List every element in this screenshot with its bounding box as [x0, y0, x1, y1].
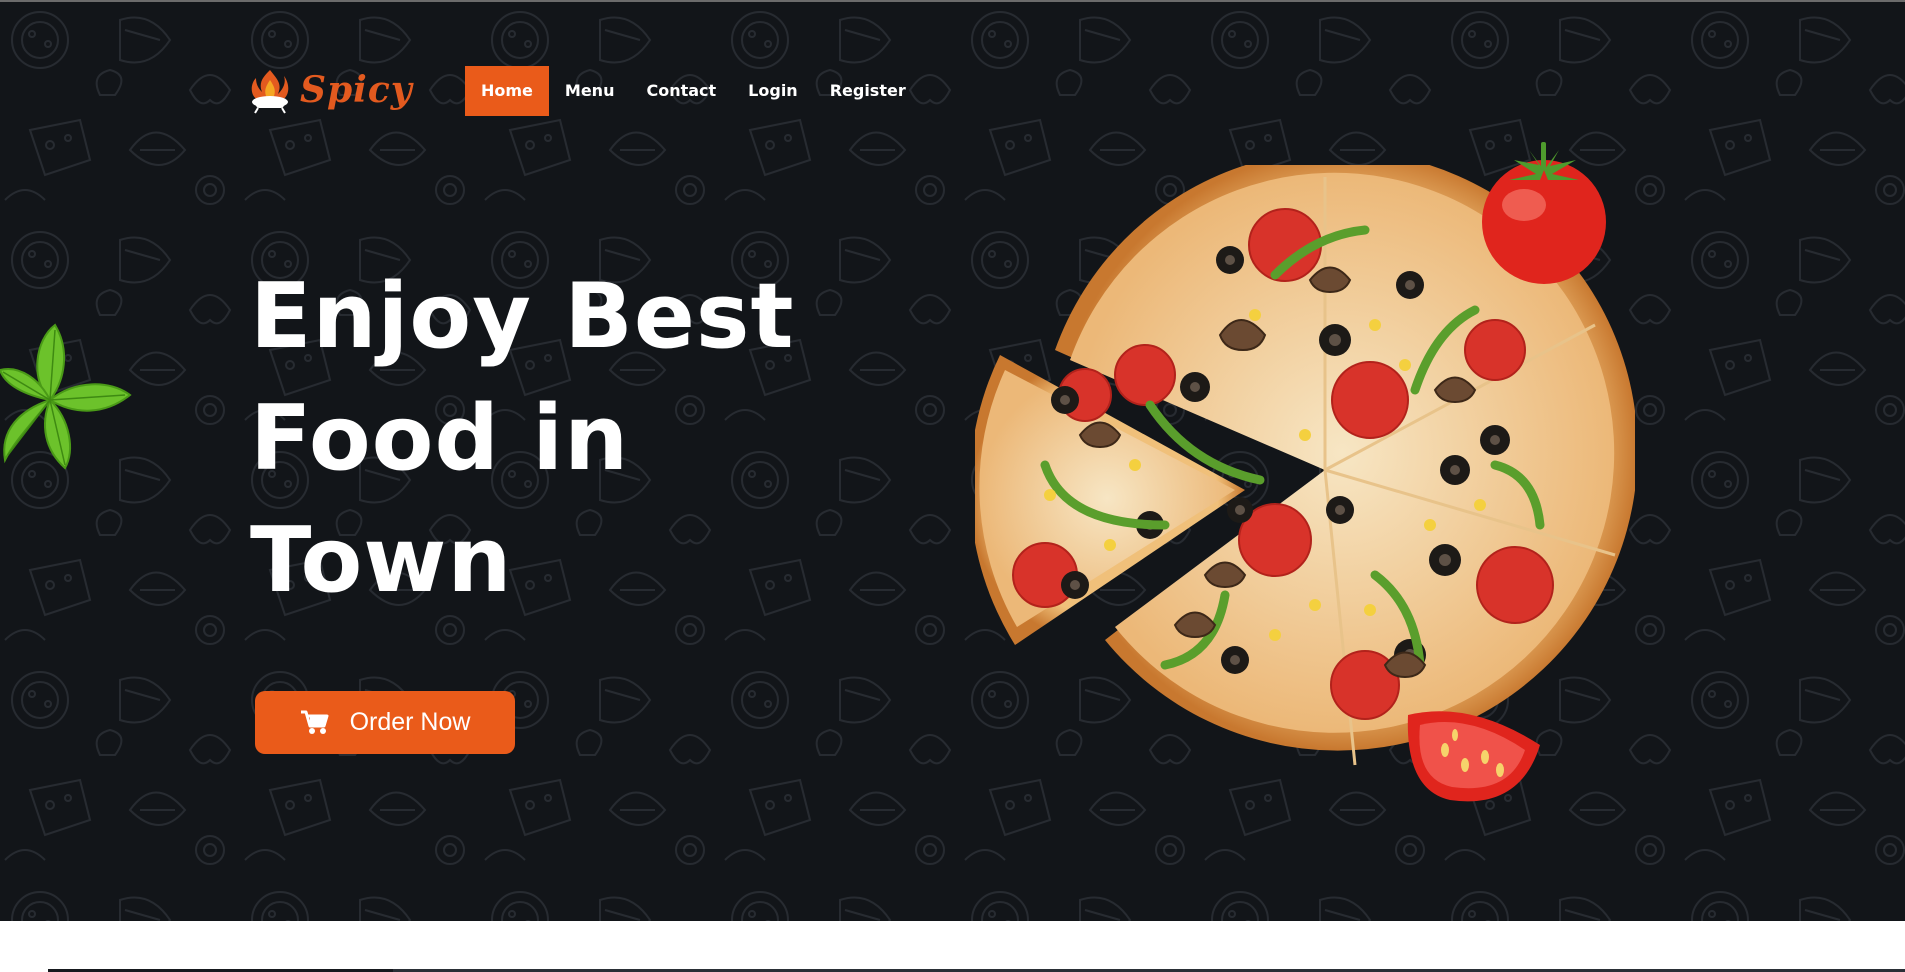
headline-line-1: Enjoy Best	[250, 264, 795, 369]
nav-login[interactable]: Login	[732, 66, 814, 116]
headline-line-3: Town	[250, 508, 513, 613]
leaf-image	[0, 323, 132, 470]
main-nav: Home Menu Contact Login Register	[465, 66, 922, 116]
flame-pot-icon	[251, 70, 289, 114]
nav-register[interactable]: Register	[814, 66, 922, 116]
nav-menu[interactable]: Menu	[549, 66, 631, 116]
below-fold-section	[0, 921, 1905, 972]
cart-icon	[300, 710, 329, 734]
nav-home[interactable]: Home	[465, 66, 549, 116]
tomato-slice-image	[1407, 711, 1540, 802]
order-now-button[interactable]: Order Now	[255, 691, 515, 754]
brand-name: Spicy	[300, 69, 413, 111]
order-now-label: Order Now	[349, 708, 471, 736]
nav-contact[interactable]: Contact	[630, 66, 732, 116]
tomato-image	[1482, 142, 1606, 284]
brand-logo[interactable]: Spicy	[248, 64, 413, 116]
headline-line-2: Food in	[250, 386, 630, 491]
hero-section: Spicy Home Menu Contact Login Register E…	[0, 0, 1905, 921]
hero-headline: Enjoy Best Food in Town	[250, 256, 870, 622]
